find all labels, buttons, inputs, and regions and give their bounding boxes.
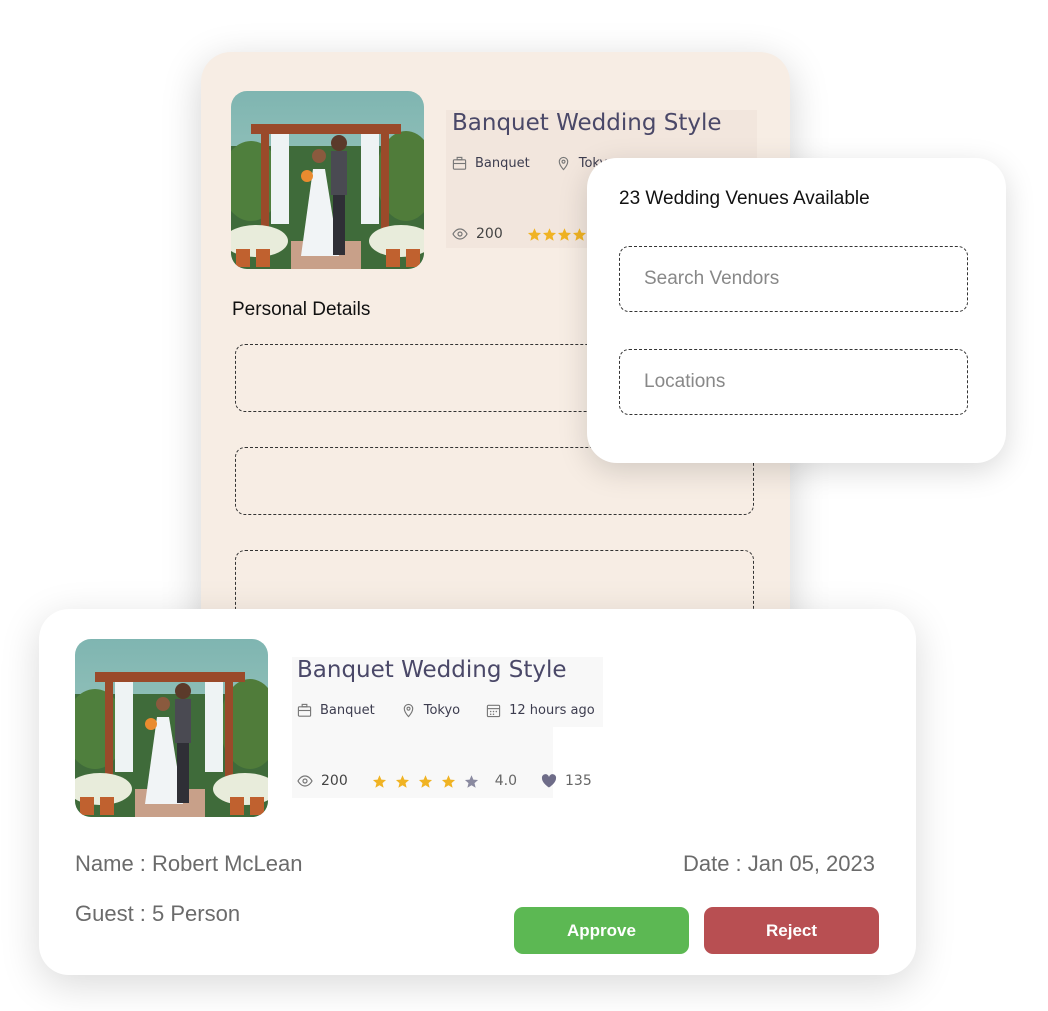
star-icon bbox=[542, 227, 557, 242]
personal-detail-field-3[interactable] bbox=[235, 550, 754, 618]
locations-input[interactable]: Locations bbox=[619, 349, 968, 415]
star-icon bbox=[572, 227, 587, 242]
star-icon bbox=[527, 227, 542, 242]
star-rating bbox=[372, 774, 487, 789]
venue-photo bbox=[231, 91, 424, 269]
rating-stat: 4.0 bbox=[372, 773, 517, 789]
venue-location: Tokyo bbox=[401, 703, 460, 718]
briefcase-icon bbox=[297, 703, 312, 717]
views-stat: 200 bbox=[297, 773, 348, 789]
venue-title: Banquet Wedding Style bbox=[297, 657, 567, 683]
search-vendors-placeholder: Search Vendors bbox=[644, 268, 780, 289]
venue-category: Banquet bbox=[297, 703, 375, 718]
locations-placeholder: Locations bbox=[644, 371, 726, 392]
likes-stat: 135 bbox=[541, 773, 592, 789]
heart-icon bbox=[541, 774, 557, 788]
briefcase-icon bbox=[452, 156, 467, 170]
search-vendors-input[interactable]: Search Vendors bbox=[619, 246, 968, 312]
venue-stats: 200 4.0 135 bbox=[297, 773, 616, 789]
views-stat: 200 bbox=[452, 226, 503, 242]
star-icon bbox=[395, 774, 410, 789]
star-rating bbox=[527, 227, 587, 242]
eye-icon bbox=[452, 228, 468, 240]
star-icon bbox=[464, 774, 479, 789]
venue-category: Banquet bbox=[452, 156, 530, 171]
venue-posted-time: 12 hours ago bbox=[486, 703, 595, 718]
location-pin-icon bbox=[558, 156, 569, 171]
booking-date: Date : Jan 05, 2023 bbox=[682, 851, 875, 876]
star-icon bbox=[372, 774, 387, 789]
venue-stats: 200 bbox=[452, 226, 595, 242]
reject-button[interactable]: Reject bbox=[704, 907, 879, 954]
booking-request-card: Banquet Wedding Style Banquet Tokyo 12 h… bbox=[39, 609, 916, 975]
venue-title: Banquet Wedding Style bbox=[452, 110, 722, 136]
location-pin-icon bbox=[403, 703, 414, 718]
star-icon bbox=[441, 774, 456, 789]
eye-icon bbox=[297, 775, 313, 787]
section-title: Personal Details bbox=[232, 299, 371, 320]
calendar-icon bbox=[486, 704, 501, 718]
search-card: 23 Wedding Venues Available Search Vendo… bbox=[587, 158, 1006, 463]
guest-count: Guest : 5 Person bbox=[75, 901, 241, 926]
star-icon bbox=[418, 774, 433, 789]
approve-button[interactable]: Approve bbox=[514, 907, 689, 954]
venue-photo bbox=[75, 639, 268, 817]
venues-available-count: 23 Wedding Venues Available bbox=[619, 188, 870, 209]
guest-name: Name : Robert McLean bbox=[75, 851, 303, 876]
venue-meta: Banquet Tokyo 12 hours ago bbox=[297, 703, 621, 718]
star-icon bbox=[557, 227, 572, 242]
